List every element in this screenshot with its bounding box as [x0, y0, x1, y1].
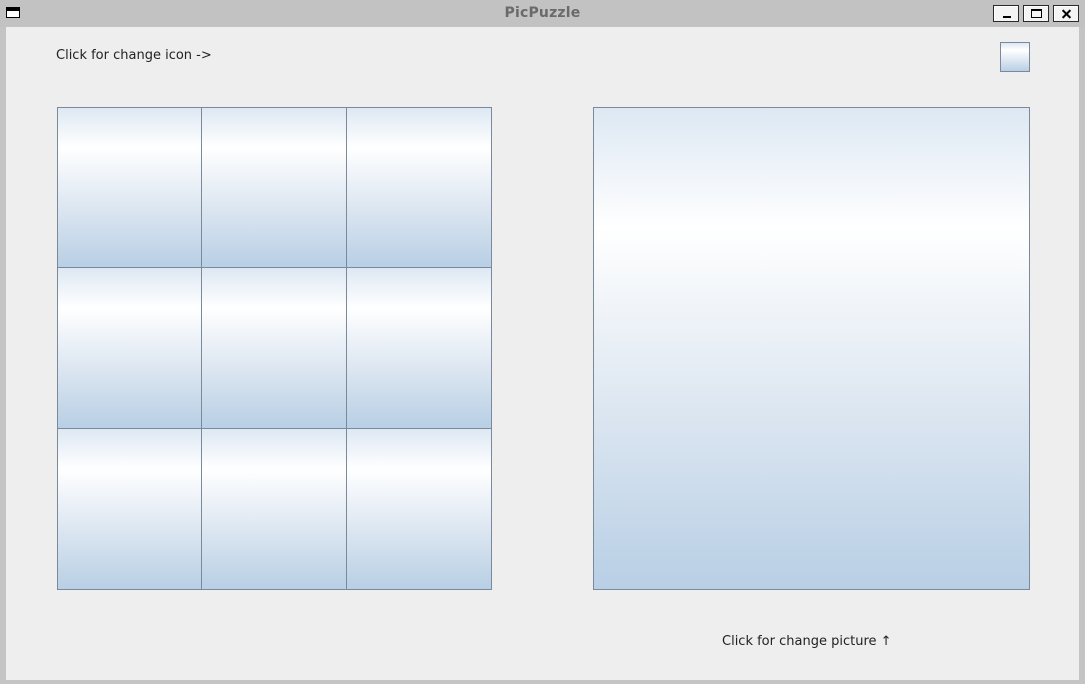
picture-preview-button[interactable]	[593, 107, 1030, 590]
puzzle-tile[interactable]	[57, 107, 202, 268]
puzzle-tile[interactable]	[346, 107, 492, 268]
puzzle-grid	[57, 107, 492, 590]
maximize-icon	[1031, 9, 1042, 18]
minimize-button[interactable]	[993, 5, 1019, 22]
puzzle-tile[interactable]	[57, 428, 202, 590]
maximize-button[interactable]	[1023, 5, 1049, 22]
window-title: PicPuzzle	[504, 5, 581, 21]
change-picture-label: Click for change picture ↑	[722, 634, 892, 649]
change-icon-label: Click for change icon ->	[56, 48, 212, 63]
puzzle-tile[interactable]	[346, 428, 492, 590]
close-button[interactable]	[1053, 5, 1079, 22]
title-bar[interactable]: PicPuzzle	[0, 0, 1085, 27]
puzzle-tile[interactable]	[57, 267, 202, 429]
puzzle-tile[interactable]	[346, 267, 492, 429]
minimize-icon	[1003, 16, 1011, 18]
content-panel: Click for change icon -> Click for chang…	[6, 27, 1079, 680]
puzzle-tile[interactable]	[201, 107, 347, 268]
change-icon-button[interactable]	[1000, 42, 1030, 72]
puzzle-tile[interactable]	[201, 428, 347, 590]
puzzle-tile[interactable]	[201, 267, 347, 429]
app-window: PicPuzzle Click for change icon -> Click…	[0, 0, 1085, 684]
close-icon	[1054, 6, 1078, 21]
